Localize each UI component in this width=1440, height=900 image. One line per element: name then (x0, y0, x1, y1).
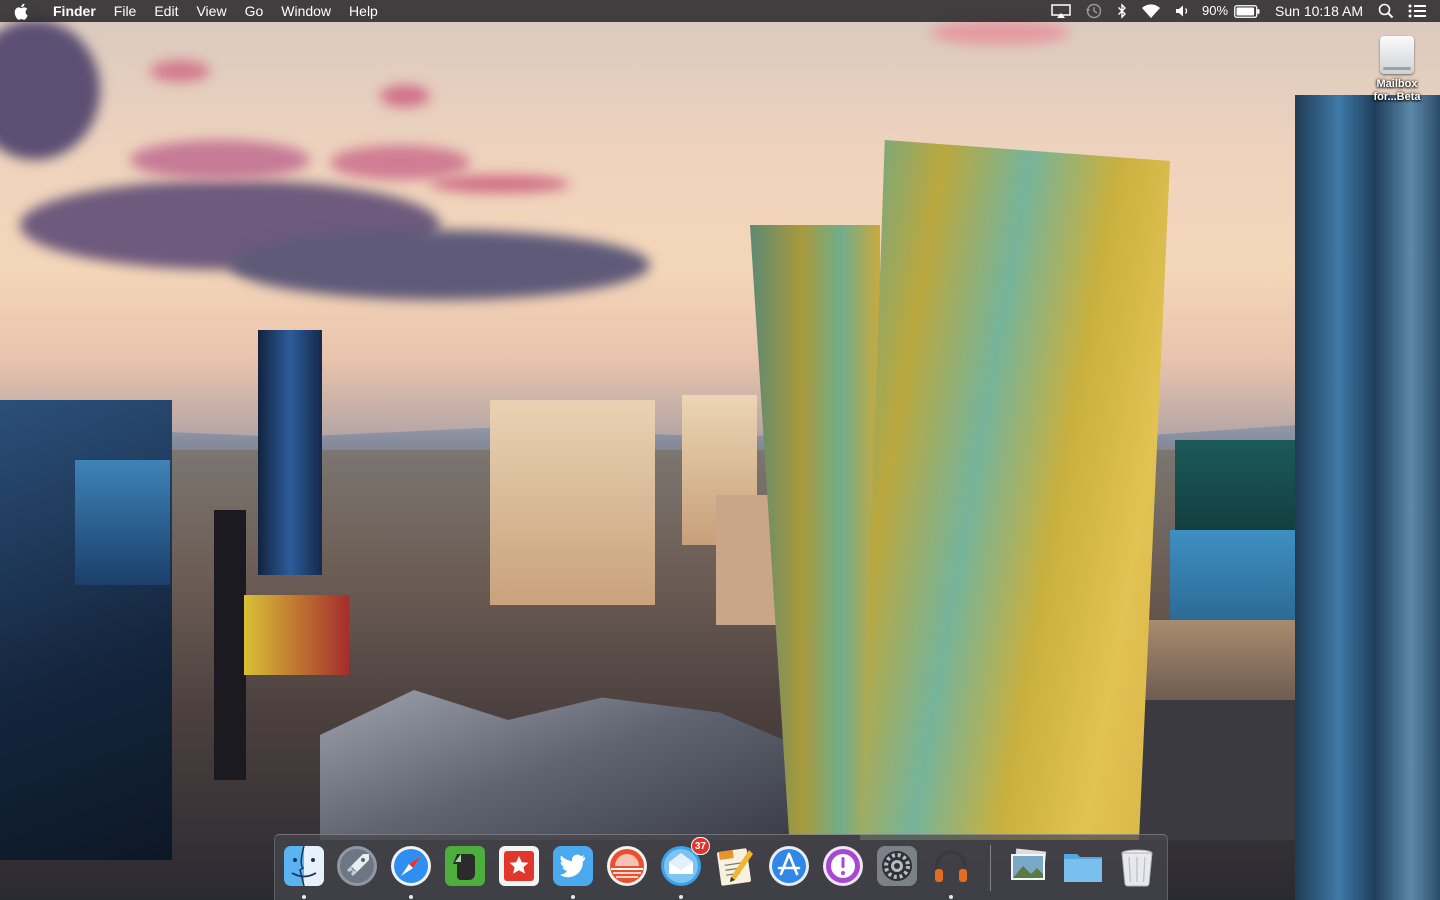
menu-app-name[interactable]: Finder (44, 0, 105, 22)
menu-help[interactable]: Help (340, 0, 387, 22)
menu-file[interactable]: File (105, 0, 146, 22)
evernote-icon (442, 843, 488, 889)
running-indicator (302, 895, 306, 899)
battery-icon[interactable] (1232, 0, 1267, 22)
battery-percent: 90% (1202, 3, 1229, 18)
airplay-icon[interactable] (1044, 0, 1078, 22)
dock-item-mail[interactable]: 37 (658, 837, 710, 899)
dock-item-reeder[interactable] (496, 843, 542, 889)
dock-item-folder[interactable] (1060, 843, 1106, 889)
disk-image-icon (1380, 36, 1414, 74)
menu-window[interactable]: Window (272, 0, 340, 22)
bluetooth-icon[interactable] (1110, 0, 1134, 22)
desktop-wallpaper (0, 0, 1440, 900)
pages-icon (712, 843, 758, 889)
dock-item-photos-stack[interactable] (1006, 843, 1052, 889)
dock-item-finder[interactable] (281, 843, 327, 899)
dock-item-pages[interactable] (712, 843, 758, 889)
system-preferences-icon (874, 843, 920, 889)
menu-view[interactable]: View (187, 0, 235, 22)
sunrise-icon (604, 843, 650, 889)
menu-edit[interactable]: Edit (145, 0, 187, 22)
dock-item-evernote[interactable] (442, 843, 488, 889)
notification-center-icon[interactable] (1401, 0, 1440, 22)
feedback-icon (820, 843, 866, 889)
dock-item-launchpad[interactable] (334, 843, 380, 889)
dock-item-music[interactable] (928, 843, 974, 899)
wifi-icon[interactable] (1134, 0, 1168, 22)
desktop-icon-label-line1: Mailbox (1376, 78, 1418, 90)
dock-item-app-store[interactable] (766, 843, 812, 889)
dock-item-system-preferences[interactable] (874, 843, 920, 889)
running-indicator (679, 895, 683, 899)
dock: 37 (274, 834, 1168, 900)
search-icon[interactable] (1371, 0, 1401, 22)
dock-item-sunrise[interactable] (604, 843, 650, 889)
running-indicator (949, 895, 953, 899)
desktop-icon-mailbox[interactable]: Mailbox for...Beta (1362, 36, 1432, 104)
clock[interactable]: Sun 10:18 AM (1267, 3, 1371, 19)
dock-item-trash[interactable] (1114, 843, 1160, 889)
dock-separator (990, 845, 991, 891)
desktop-icon-label-line2: for...Beta (1373, 91, 1421, 103)
dock-item-twitter[interactable] (550, 843, 596, 899)
app-store-icon (766, 843, 812, 889)
folder-icon (1060, 843, 1106, 889)
apple-icon[interactable] (14, 3, 44, 20)
running-indicator (409, 895, 413, 899)
trash-icon (1114, 843, 1160, 889)
volume-icon[interactable] (1168, 0, 1198, 22)
time-machine-icon[interactable] (1078, 0, 1110, 22)
launchpad-icon (334, 843, 380, 889)
dock-item-safari[interactable] (388, 843, 434, 899)
finder-icon (281, 843, 327, 889)
twitter-icon (550, 843, 596, 889)
running-indicator (571, 895, 575, 899)
menu-go[interactable]: Go (236, 0, 273, 22)
safari-icon (388, 843, 434, 889)
dock-item-feedback-assistant[interactable] (820, 843, 866, 889)
photos-stack-icon (1006, 843, 1052, 889)
menu-bar: Finder File Edit View Go Window Help 90% (0, 0, 1440, 22)
headphones-icon (928, 843, 974, 889)
reeder-icon (496, 843, 542, 889)
mail-badge: 37 (690, 837, 710, 855)
